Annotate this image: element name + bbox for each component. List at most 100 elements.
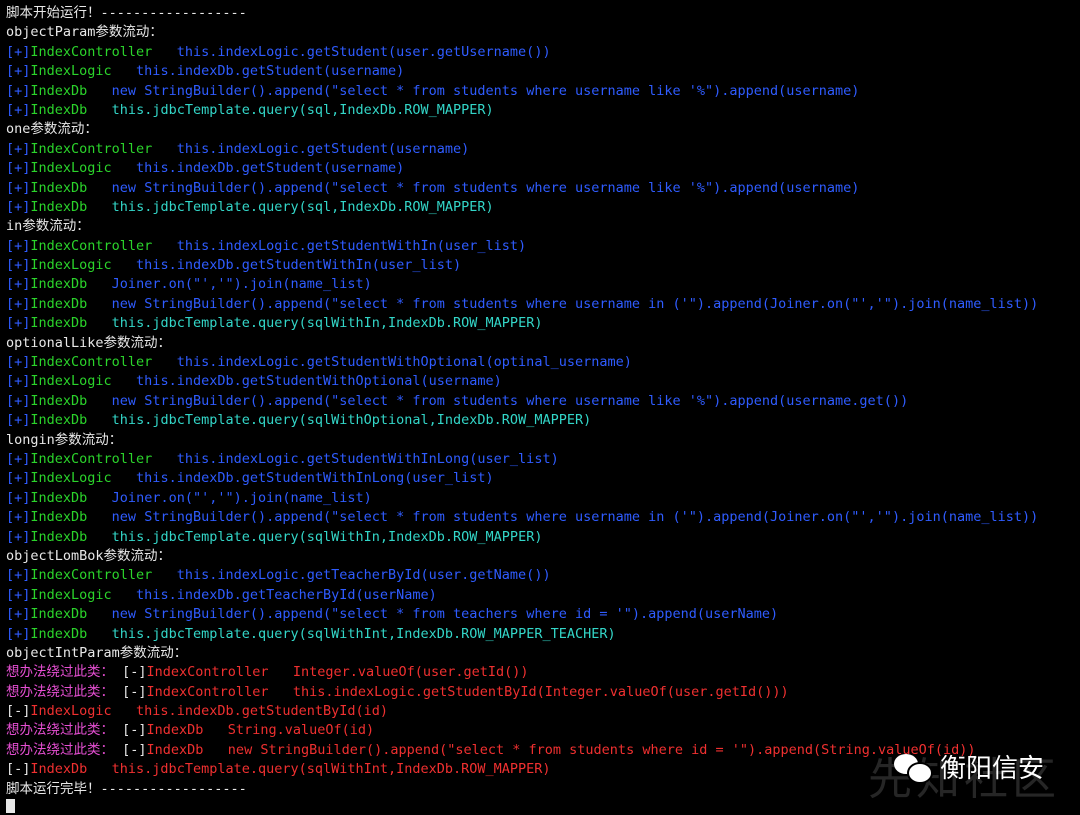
terminal-text-segment: [-] (122, 741, 147, 758)
terminal-line: [+]IndexLogic this.indexDb.getStudent(us… (6, 62, 1080, 81)
terminal-line: [-]IndexLogic this.indexDb.getStudentByI… (6, 702, 1080, 721)
terminal-text-segment: [+] (6, 43, 31, 60)
terminal-text-segment: [+] (6, 528, 31, 545)
terminal-text-segment: this.jdbcTemplate.query(sqlWithIn,IndexD… (87, 315, 543, 332)
terminal-line: [+]IndexController this.indexLogic.getSt… (6, 353, 1080, 372)
terminal-text-segment: IndexLogic this.indexDb.getStudentById(i… (30, 703, 389, 720)
terminal-text-segment: [+] (6, 509, 31, 526)
terminal-line: in参数流动： (6, 217, 1080, 236)
terminal-text-segment: IndexDb (30, 489, 88, 506)
terminal-line: one参数流动： (6, 120, 1080, 139)
terminal-text-segment: IndexDb (30, 625, 88, 642)
terminal-text-segment: IndexDb new StringBuilder().append("sele… (146, 741, 976, 758)
terminal-line: [+]IndexDb new StringBuilder().append("s… (6, 392, 1080, 411)
terminal-text-segment: new StringBuilder().append("select * fro… (87, 179, 860, 196)
terminal-text-segment: IndexDb (30, 276, 88, 293)
terminal-text-segment: 想办法绕过此类： (6, 664, 123, 681)
terminal-line: [+]IndexLogic this.indexDb.getTeacherByI… (6, 586, 1080, 605)
terminal-text-segment: this.indexLogic.getStudent(user.getUsern… (152, 43, 551, 60)
terminal-text-segment: [+] (6, 489, 31, 506)
terminal-text-segment: Joiner.on("','").join(name_list) (87, 276, 372, 293)
terminal-line: [+]IndexDb this.jdbcTemplate.query(sql,I… (6, 101, 1080, 120)
terminal-text-segment: [+] (6, 237, 31, 254)
terminal-text-segment: IndexController Integer.valueOf(user.get… (146, 664, 529, 681)
terminal-text-segment: IndexLogic (30, 373, 112, 390)
terminal-text-segment: 想办法绕过此类： (6, 683, 123, 700)
terminal-window[interactable]: 脚本开始运行！------------------ objectParam参数流动… (0, 0, 1080, 815)
terminal-text-segment: this.indexLogic.getStudentWithOptional(o… (152, 354, 632, 371)
terminal-text-segment: objectLomBok参数流动： (6, 547, 172, 564)
terminal-text-segment: IndexDb (30, 82, 88, 99)
terminal-text-segment: [+] (6, 354, 31, 371)
terminal-line: [+]IndexLogic this.indexDb.getStudentWit… (6, 372, 1080, 391)
terminal-line: longin参数流动： (6, 431, 1080, 450)
terminal-line: [+]IndexDb new StringBuilder().append("s… (6, 82, 1080, 101)
terminal-text-segment: this.indexLogic.getStudent(username) (152, 140, 470, 157)
terminal-text-segment: [+] (6, 315, 31, 332)
terminal-text-segment: new StringBuilder().append("select * fro… (87, 509, 1039, 526)
terminal-text-segment: IndexController this.indexLogic.getStude… (146, 683, 789, 700)
terminal-text-segment: this.indexDb.getStudent(username) (111, 160, 405, 177)
terminal-line: [+]IndexController this.indexLogic.getSt… (6, 450, 1080, 469)
terminal-line: [+]IndexDb new StringBuilder().append("s… (6, 295, 1080, 314)
terminal-text-segment: IndexDb (30, 509, 88, 526)
terminal-text-segment: [+] (6, 586, 31, 603)
terminal-line: 想办法绕过此类： [-]IndexController Integer.valu… (6, 663, 1080, 682)
terminal-text-segment: Joiner.on("','").join(name_list) (87, 489, 372, 506)
terminal-text-segment: [+] (6, 567, 31, 584)
terminal-line: [+]IndexLogic this.indexDb.getStudent(us… (6, 159, 1080, 178)
terminal-text-segment: 脚本运行完毕！------------------ (6, 780, 247, 797)
terminal-text-segment: new StringBuilder().append("select * fro… (87, 606, 779, 623)
terminal-text-segment: IndexLogic (30, 257, 112, 274)
terminal-text-segment: IndexLogic (30, 470, 112, 487)
terminal-text-segment: this.indexLogic.getStudentWithInLong(use… (152, 450, 559, 467)
terminal-text-segment: [+] (6, 82, 31, 99)
terminal-text-segment: [+] (6, 606, 31, 623)
terminal-line: [+]IndexDb new StringBuilder().append("s… (6, 605, 1080, 624)
terminal-line: [+]IndexController this.indexLogic.getSt… (6, 237, 1080, 256)
terminal-text-segment: IndexDb (30, 295, 88, 312)
terminal-text-segment: new StringBuilder().append("select * fro… (87, 392, 909, 409)
terminal-text-segment: this.indexDb.getStudent(username) (111, 63, 405, 80)
terminal-text-segment: [-] (122, 664, 147, 681)
terminal-text-segment: IndexController (30, 43, 153, 60)
terminal-text-segment: in参数流动： (6, 218, 90, 235)
terminal-text-segment: IndexDb String.valueOf(id) (146, 722, 375, 739)
terminal-text-segment: longin参数流动： (6, 431, 123, 448)
terminal-text-segment: IndexDb (30, 179, 88, 196)
terminal-text-segment: IndexDb (30, 392, 88, 409)
terminal-text-segment: this.indexDb.getStudentWithOptional(user… (111, 373, 502, 390)
terminal-text-segment: [+] (6, 450, 31, 467)
terminal-line: objectParam参数流动： (6, 23, 1080, 42)
terminal-text-segment: IndexDb (30, 101, 88, 118)
watermark-brand-text: 衡阳信安 (939, 754, 1044, 784)
terminal-line: 脚本开始运行！------------------ (6, 4, 1080, 23)
terminal-text-segment: this.indexDb.getStudentWithInLong(user_l… (111, 470, 494, 487)
terminal-text-segment: IndexDb this.jdbcTemplate.query(sqlWithI… (30, 761, 551, 778)
terminal-text-segment: IndexLogic (30, 586, 112, 603)
terminal-text-segment: this.jdbcTemplate.query(sqlWithIn,IndexD… (87, 528, 543, 545)
terminal-text-segment: [+] (6, 101, 31, 118)
terminal-line: [+]IndexDb Joiner.on("','").join(name_li… (6, 275, 1080, 294)
terminal-cursor (6, 799, 15, 813)
terminal-text-segment: [+] (6, 470, 31, 487)
terminal-text-segment: [+] (6, 63, 31, 80)
terminal-text-segment: [-] (6, 761, 31, 778)
terminal-text-segment: IndexDb (30, 412, 88, 429)
terminal-text-segment: this.jdbcTemplate.query(sqlWithInt,Index… (87, 625, 616, 642)
terminal-line: [+]IndexDb this.jdbcTemplate.query(sqlWi… (6, 411, 1080, 430)
terminal-line: [+]IndexDb new StringBuilder().append("s… (6, 508, 1080, 527)
terminal-text-segment: this.indexLogic.getTeacherById(user.getN… (152, 567, 551, 584)
terminal-line: [+]IndexController this.indexLogic.getSt… (6, 43, 1080, 62)
terminal-text-segment: IndexController (30, 567, 153, 584)
terminal-line: optionalLike参数流动： (6, 334, 1080, 353)
terminal-line: [+]IndexController this.indexLogic.getSt… (6, 140, 1080, 159)
terminal-text-segment: this.jdbcTemplate.query(sql,IndexDb.ROW_… (87, 198, 494, 215)
terminal-text-segment: this.indexDb.getStudentWithIn(user_list) (111, 257, 462, 274)
terminal-text-segment: [+] (6, 625, 31, 642)
terminal-line: 想办法绕过此类： [-]IndexDb String.valueOf(id) (6, 721, 1080, 740)
terminal-text-segment: IndexController (30, 354, 153, 371)
terminal-text-segment: IndexDb (30, 528, 88, 545)
terminal-text-segment: objectParam参数流动： (6, 24, 163, 41)
terminal-text-segment: [+] (6, 257, 31, 274)
